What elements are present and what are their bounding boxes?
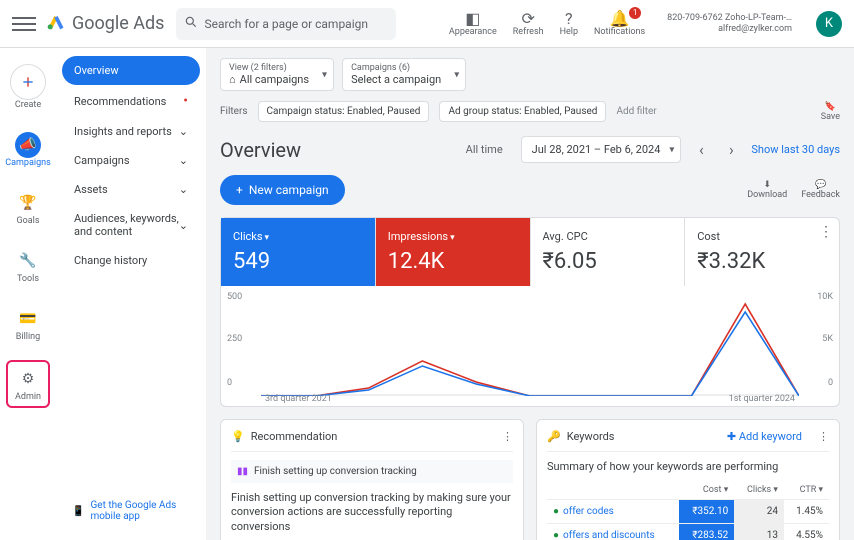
search-input[interactable]: Search for a page or campaign	[176, 8, 396, 40]
help-button[interactable]: ?Help	[560, 11, 578, 37]
sidebar-item-change-history[interactable]: Change history	[62, 246, 200, 275]
alert-dot-icon: •	[183, 93, 188, 109]
metric-impressions[interactable]: Impressions▾12.4K	[376, 218, 531, 286]
wrench-icon: 🔧	[15, 248, 41, 274]
keywords-panel: 🔑 Keywords ✚ Add keyword ⋮ Summary of how…	[536, 419, 840, 540]
chevron-down-icon: ⌄	[179, 183, 188, 196]
notifications-button[interactable]: 🔔1Notifications	[594, 11, 645, 37]
download-button[interactable]: ⬇Download	[747, 180, 787, 200]
help-icon: ?	[565, 11, 573, 27]
bell-icon: 🔔	[610, 11, 630, 27]
keywords-summary: Summary of how your keywords are perform…	[547, 460, 829, 473]
card-icon: 💳	[15, 306, 41, 332]
logo-mark	[46, 11, 66, 36]
save-icon: 🔖	[825, 102, 836, 112]
rail-goals[interactable]: 🏆Goals	[6, 186, 50, 230]
sidebar-item-insights[interactable]: Insights and reports⌄	[62, 117, 200, 146]
sidebar-item-campaigns[interactable]: Campaigns⌄	[62, 146, 200, 175]
chevron-down-icon: ▾	[265, 233, 270, 243]
rail-tools[interactable]: 🔧Tools	[6, 244, 50, 288]
phone-icon: 📱	[72, 506, 84, 517]
download-icon: ⬇	[763, 180, 771, 190]
line-chart-svg	[261, 296, 799, 396]
save-button[interactable]: 🔖Save	[821, 102, 840, 122]
keywords-table: Cost ▾ Clicks ▾ CTR ▾ ●offer codes ₹352.…	[547, 481, 829, 540]
chevron-down-icon: ⌄	[179, 154, 188, 167]
rail-billing[interactable]: 💳Billing	[6, 302, 50, 346]
appearance-button[interactable]: ◧Appearance	[449, 11, 497, 37]
plus-icon	[10, 64, 46, 100]
add-keyword-link[interactable]: ✚ Add keyword	[727, 430, 802, 443]
chevron-down-icon: ⌄	[179, 125, 188, 138]
menu-icon[interactable]	[12, 12, 36, 36]
all-time-label: All time	[466, 143, 503, 156]
add-filter-link[interactable]: Add filter	[616, 106, 656, 117]
metric-cost[interactable]: Cost₹3.32K⋮	[685, 218, 839, 286]
filter-chip[interactable]: Campaign status: Enabled, Paused	[258, 101, 430, 122]
search-placeholder: Search for a page or campaign	[204, 17, 368, 31]
panel-title: Recommendation	[251, 430, 338, 443]
view-selector[interactable]: View (2 filters) ⌂All campaigns	[220, 58, 334, 91]
megaphone-icon: 📣	[15, 132, 41, 158]
show-last-30-link[interactable]: Show last 30 days	[751, 143, 840, 156]
recommendation-panel: 💡Recommendation⋮ ▮▮Finish setting up con…	[220, 419, 524, 540]
search-icon	[184, 15, 198, 32]
table-row[interactable]: ●offers and discounts ₹283.52 13 4.55%	[547, 524, 829, 540]
trophy-icon: 🏆	[15, 190, 41, 216]
filter-chip[interactable]: Ad group status: Enabled, Paused	[439, 101, 606, 122]
feedback-icon: 💬	[815, 180, 826, 190]
appearance-icon: ◧	[465, 11, 480, 27]
rail-create[interactable]: Create	[6, 60, 50, 114]
more-menu-icon[interactable]: ⋮	[818, 430, 829, 443]
page-title: Overview	[220, 138, 301, 162]
main-content: View (2 filters) ⌂All campaigns Campaign…	[206, 48, 854, 540]
refresh-button[interactable]: ⟳Refresh	[513, 11, 544, 37]
home-icon: ⌂	[229, 73, 236, 86]
new-campaign-button[interactable]: +New campaign	[220, 175, 345, 205]
status-dot-icon: ●	[553, 506, 559, 517]
sidebar: Overview Recommendations• Insights and r…	[56, 48, 206, 540]
campaign-selector[interactable]: Campaigns (6) Select a campaign	[342, 58, 466, 91]
rail-campaigns[interactable]: 📣Campaigns	[6, 128, 50, 172]
sidebar-item-overview[interactable]: Overview	[62, 56, 200, 85]
sidebar-item-audiences[interactable]: Audiences, keywords, and content⌄	[62, 204, 200, 246]
status-dot-icon: ●	[553, 530, 559, 540]
account-info[interactable]: 820-709-6762 Zoho-LP-Team-… alfred@zylke…	[667, 13, 792, 35]
top-header: Google Ads Search for a page or campaign…	[0, 0, 854, 48]
metrics-card: Clicks▾549 Impressions▾12.4K Avg. CPC₹6.…	[220, 217, 840, 407]
left-rail: Create 📣Campaigns 🏆Goals 🔧Tools 💳Billing…	[0, 48, 56, 540]
metric-clicks[interactable]: Clicks▾549	[221, 218, 376, 286]
overview-chart: 500 250 0 10K 5K 0 3rd quarter 2021 1st …	[221, 286, 839, 406]
mobile-app-link[interactable]: 📱Get the Google Ads mobile app	[62, 490, 200, 532]
notification-badge: 1	[629, 7, 641, 19]
chevron-down-icon: ▾	[450, 233, 455, 243]
plus-icon: +	[236, 183, 243, 197]
metric-cpc[interactable]: Avg. CPC₹6.05	[531, 218, 686, 286]
filters-label: Filters	[220, 106, 248, 117]
sidebar-item-recommendations[interactable]: Recommendations•	[62, 85, 200, 117]
lightbulb-icon: 💡	[231, 430, 245, 443]
chart-icon: ▮▮	[237, 466, 248, 477]
next-period-button[interactable]: ›	[721, 140, 741, 159]
logo[interactable]: Google Ads	[46, 11, 164, 36]
gear-icon: ⚙	[15, 366, 41, 392]
brand-text: Google Ads	[72, 13, 164, 34]
feedback-button[interactable]: 💬Feedback	[801, 180, 840, 200]
keywords-icon: 🔑	[547, 430, 561, 443]
date-range-selector[interactable]: Jul 28, 2021 – Feb 6, 2024	[521, 136, 682, 163]
refresh-icon: ⟳	[521, 11, 534, 27]
more-menu-icon[interactable]: ⋮	[502, 430, 513, 443]
table-row[interactable]: ●offer codes ₹352.10 24 1.45%	[547, 500, 829, 524]
more-menu-icon[interactable]: ⋮	[819, 224, 833, 240]
panel-title: Keywords	[567, 430, 615, 443]
header-actions: ◧Appearance ⟳Refresh ?Help 🔔1Notificatio…	[449, 11, 842, 37]
avatar[interactable]: K	[816, 11, 842, 37]
prev-period-button[interactable]: ‹	[691, 140, 711, 159]
chevron-down-icon: ⌄	[179, 219, 188, 232]
rail-admin[interactable]: ⚙Admin	[6, 360, 50, 408]
sidebar-item-assets[interactable]: Assets⌄	[62, 175, 200, 204]
